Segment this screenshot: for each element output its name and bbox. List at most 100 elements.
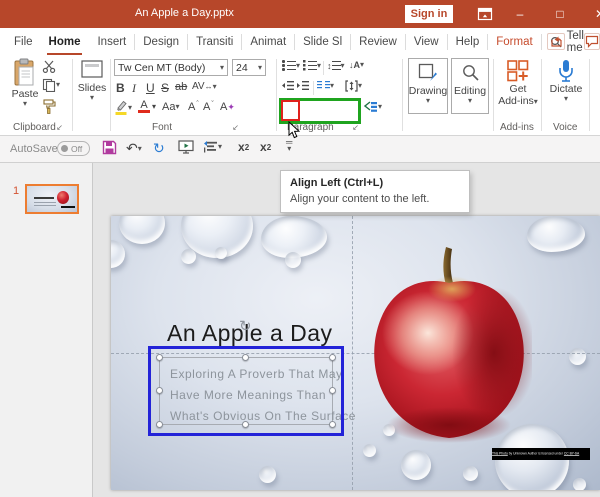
resize-handle-se[interactable]: [329, 421, 336, 428]
tab-insert[interactable]: Insert: [89, 34, 135, 50]
attribution-link-1[interactable]: This Photo: [492, 452, 508, 456]
shrink-font-button[interactable]: A ˇ: [203, 101, 214, 113]
smartart-dropdown-icon: ▾: [378, 103, 382, 111]
change-case-button[interactable]: Aa ▾: [162, 101, 179, 113]
cut-button[interactable]: [42, 60, 57, 73]
font-color-button[interactable]: A: [138, 100, 150, 113]
tab-animations[interactable]: Animat: [242, 34, 295, 50]
align-text-dropdown-icon: ▾: [358, 82, 362, 90]
underline-button[interactable]: U: [146, 81, 155, 95]
resize-handle-ne[interactable]: [329, 354, 336, 361]
slide-thumbnail-panel: 1: [0, 163, 93, 497]
editing-button[interactable]: Editing ▾: [451, 58, 489, 114]
slide-canvas[interactable]: An Apple a Day ↻ Exploring A Proverb Tha…: [111, 216, 600, 490]
tab-slideshow[interactable]: Slide Sl: [295, 34, 351, 50]
autosave-toggle[interactable]: Off: [57, 141, 90, 156]
attribution-bar: This Photo by Unknown Author is licensed…: [492, 448, 590, 460]
clear-formatting-button[interactable]: A ✦: [220, 101, 235, 113]
shadow-strike-button[interactable]: S: [161, 81, 169, 95]
line-spacing-bars-icon: [332, 60, 341, 71]
shrink-font-caret-icon: ˇ: [211, 101, 213, 108]
change-case-dropdown-icon: ▾: [175, 103, 179, 111]
format-painter-button[interactable]: [42, 99, 56, 114]
maximize-button[interactable]: □: [545, 0, 575, 28]
thumb-text-line: [34, 205, 56, 206]
font-name-combo[interactable]: Tw Cen MT (Body) ▾: [114, 59, 228, 76]
highlight-color-button[interactable]: ▾: [114, 100, 132, 115]
tab-home[interactable]: Home: [41, 34, 89, 50]
drawing-button[interactable]: Drawing ▾: [408, 58, 448, 114]
resize-handle-e[interactable]: [329, 387, 336, 394]
dictate-button[interactable]: Dictate ▾: [546, 59, 586, 103]
tab-help[interactable]: Help: [448, 34, 489, 50]
grow-font-button[interactable]: A ˆ: [188, 101, 199, 113]
line-spacing-button[interactable]: ↕ ▾: [327, 60, 345, 71]
ribbon-display-options-icon[interactable]: [477, 6, 493, 22]
numbering-dropdown-icon: ▾: [317, 62, 321, 70]
redo-button[interactable]: ↻: [153, 140, 165, 157]
decrease-indent-button[interactable]: [281, 80, 294, 91]
paste-icon: [13, 58, 37, 88]
rotate-handle-icon[interactable]: ↻: [239, 317, 252, 335]
save-button[interactable]: [102, 140, 117, 155]
font-dialog-launcher[interactable]: ↘: [231, 124, 240, 131]
slides-dropdown-icon: ▾: [90, 94, 94, 102]
align-text-button[interactable]: ▾: [345, 80, 362, 92]
tab-format[interactable]: Format: [488, 34, 541, 50]
share-icon[interactable]: [547, 33, 565, 50]
workspace: 1: [0, 163, 600, 497]
character-spacing-button[interactable]: AV ↔ ▾: [192, 81, 217, 92]
copy-button[interactable]: ▾: [42, 78, 60, 92]
subscript-button[interactable]: x2: [260, 140, 271, 154]
water-droplet: [285, 252, 301, 268]
close-button[interactable]: ✕: [585, 0, 600, 28]
water-droplet: [463, 466, 478, 481]
columns-button[interactable]: ▾: [317, 80, 334, 91]
increase-indent-button[interactable]: [296, 80, 309, 91]
comments-icon[interactable]: [584, 33, 600, 50]
resize-handle-nw[interactable]: [156, 354, 163, 361]
bold-button[interactable]: B: [116, 81, 125, 95]
water-droplet: [363, 444, 376, 457]
attribution-link-2[interactable]: CC BY-SA: [564, 452, 579, 456]
tab-design[interactable]: Design: [135, 34, 188, 50]
apple-image[interactable]: [366, 233, 532, 445]
arrange-objects-button[interactable]: ▾: [203, 140, 222, 153]
columns-dropdown-icon: ▾: [330, 82, 334, 90]
tab-transitions[interactable]: Transiti: [188, 34, 242, 50]
superscript-button[interactable]: x2: [238, 140, 249, 154]
numbering-button[interactable]: ▾: [303, 60, 321, 71]
paste-button[interactable]: Paste ▾: [8, 58, 42, 108]
slide-thumbnail[interactable]: [25, 184, 79, 214]
resize-handle-s[interactable]: [242, 421, 249, 428]
customize-qat-button[interactable]: ═ ▾: [286, 140, 292, 153]
resize-handle-n[interactable]: [242, 354, 249, 361]
minimize-button[interactable]: –: [505, 0, 535, 28]
ribbon-tabs: File Home Insert Design Transiti Animat …: [0, 28, 600, 55]
text-direction-button[interactable]: ↓ A ▾: [349, 60, 364, 70]
tab-file[interactable]: File: [6, 34, 41, 50]
get-addins-button[interactable]: Get Add-ins▾: [498, 59, 538, 107]
sign-in-button[interactable]: Sign in: [405, 5, 453, 23]
textbox-selection[interactable]: Exploring A Proverb That May Have More M…: [159, 357, 333, 425]
start-slideshow-button[interactable]: [178, 140, 194, 154]
bullets-button[interactable]: ▾: [282, 60, 300, 71]
quick-access-toolbar: AutoSave Off ↶▾ ↻ ▾ x2 x2 ═ ▾: [0, 136, 600, 163]
convert-smartart-button[interactable]: ▾: [364, 101, 382, 113]
strikethrough-button[interactable]: ab: [175, 81, 187, 93]
font-color-dropdown-icon[interactable]: ▾: [152, 102, 156, 111]
clipboard-dialog-launcher[interactable]: ↘: [55, 124, 64, 131]
paragraph-dialog-launcher[interactable]: ↘: [351, 124, 360, 131]
resize-handle-sw[interactable]: [156, 421, 163, 428]
font-size-combo[interactable]: 24 ▾: [232, 59, 266, 76]
subscript-x: x: [260, 140, 267, 154]
scissors-icon: [42, 60, 57, 73]
undo-button[interactable]: ↶▾: [126, 140, 142, 157]
resize-handle-w[interactable]: [156, 387, 163, 394]
new-slide-button[interactable]: Slides ▾: [76, 60, 108, 102]
tab-view[interactable]: View: [406, 34, 448, 50]
italic-button[interactable]: I: [132, 81, 136, 96]
clear-formatting-eraser-icon: ✦: [227, 102, 235, 113]
tab-review[interactable]: Review: [351, 34, 406, 50]
paragraph-group-label: Paragraph: [287, 122, 334, 133]
